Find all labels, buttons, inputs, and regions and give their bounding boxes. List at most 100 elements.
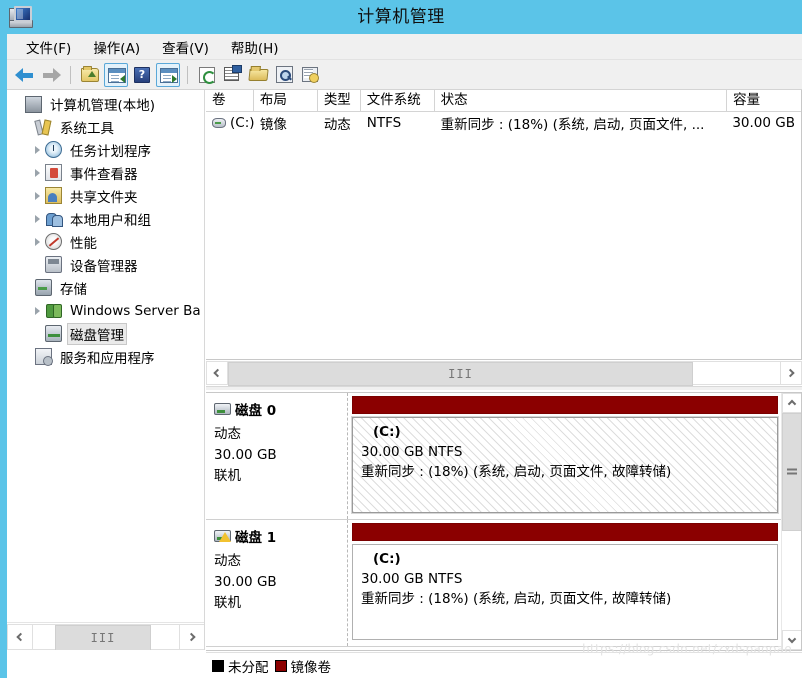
search-icon (276, 65, 293, 83)
back-button[interactable] (13, 63, 37, 87)
column-type[interactable]: 类型 (317, 90, 361, 111)
scroll-thumb[interactable]: III (55, 624, 151, 650)
refresh-button[interactable] (195, 63, 219, 87)
sidebar-item-event-viewer[interactable]: 事件查看器 (7, 161, 204, 184)
scroll-thumb[interactable] (782, 413, 801, 531)
tree-label: 性能 (70, 235, 97, 252)
menu-view[interactable]: 查看(V) (151, 34, 220, 60)
volume-list-horizontal-scrollbar[interactable]: III (206, 360, 802, 386)
sidebar-item-performance[interactable]: 性能 (7, 230, 204, 253)
task-scheduler-icon (45, 141, 62, 158)
disk-partition-area-0: (C:) 30.00 GB NTFS 重新同步 : (18%) (系统, 启动,… (348, 393, 782, 519)
toolbar: ? (7, 60, 802, 90)
open-folder-icon (248, 68, 269, 81)
sidebar-item-shared-folders[interactable]: 共享文件夹 (7, 184, 204, 207)
forward-button[interactable] (39, 63, 63, 87)
disk-type: 动态 (214, 426, 241, 442)
chevron-right-icon[interactable] (31, 161, 45, 184)
menu-action[interactable]: 操作(A) (82, 34, 151, 60)
tree-label: 设备管理器 (70, 258, 138, 275)
menu-file[interactable]: 文件(F) (15, 34, 82, 60)
cell-filesystem: NTFS (366, 115, 402, 131)
disk-view-vertical-scrollbar[interactable] (781, 393, 801, 650)
sidebar-item-disk-management[interactable]: 磁盘管理 (7, 322, 204, 345)
show-action-pane-button[interactable] (156, 62, 180, 87)
up-one-level-button[interactable] (78, 63, 102, 87)
windows-server-backup-icon (45, 302, 62, 319)
show-action-pane-icon (160, 67, 178, 83)
tree-label: Windows Server Ba (70, 302, 201, 319)
partition-1[interactable]: (C:) 30.00 GB NTFS 重新同步 : (18%) (系统, 启动,… (352, 544, 778, 640)
disk-block-1[interactable]: 磁盘 1 动态 30.00 GB 联机 (C:) 30.00 GB NTFS 重… (206, 520, 782, 647)
legend-unallocated: 未分配 (212, 656, 269, 676)
disk-block-0[interactable]: 磁盘 0 动态 30.00 GB 联机 (C:) 30.00 GB NTFS 重… (206, 393, 782, 520)
pane-splitter[interactable] (206, 386, 802, 391)
forward-arrow-icon (41, 67, 61, 82)
sidebar-item-windows-server-backup[interactable]: Windows Server Ba (7, 299, 204, 322)
legend-swatch-unallocated (212, 659, 224, 672)
scroll-up-button[interactable] (782, 393, 801, 413)
disk-state: 联机 (214, 595, 241, 611)
sidebar-item-computer-management[interactable]: 计算机管理(本地) (7, 92, 204, 115)
chevron-right-icon[interactable] (31, 230, 45, 253)
tree-horizontal-scrollbar[interactable]: III (7, 622, 204, 650)
open-button[interactable] (247, 63, 271, 87)
scroll-track[interactable]: III (33, 623, 179, 650)
menu-help[interactable]: 帮助(H) (220, 34, 290, 60)
scroll-track[interactable]: III (228, 360, 780, 386)
volume-list-header: 卷 布局 类型 文件系统 状态 容量 (206, 90, 801, 112)
scroll-thumb[interactable]: III (228, 361, 693, 386)
scroll-right-button[interactable] (780, 360, 802, 385)
scroll-grip (787, 468, 797, 476)
event-viewer-icon (45, 164, 62, 181)
column-volume[interactable]: 卷 (206, 90, 254, 111)
sidebar-item-services-and-applications[interactable]: 服务和应用程序 (7, 345, 204, 368)
sidebar-item-task-scheduler[interactable]: 任务计划程序 (7, 138, 204, 161)
cell-layout: 镜像 (259, 117, 287, 133)
search-button[interactable] (273, 63, 297, 87)
disk-type: 动态 (214, 553, 241, 569)
sidebar-item-system-tools[interactable]: 系统工具 (7, 115, 204, 138)
disk-name: 磁盘 1 (235, 530, 277, 546)
show-console-tree-icon (108, 67, 126, 83)
properties-button[interactable] (221, 63, 245, 87)
column-capacity[interactable]: 容量 (727, 90, 801, 111)
graphical-disk-view: 磁盘 0 动态 30.00 GB 联机 (C:) 30.00 GB NTFS 重… (206, 392, 802, 651)
disk-info-0[interactable]: 磁盘 0 动态 30.00 GB 联机 (206, 393, 348, 519)
legend-label: 未分配 (228, 659, 269, 676)
disk-info-1[interactable]: 磁盘 1 动态 30.00 GB 联机 (206, 520, 348, 646)
scroll-right-button[interactable] (179, 623, 204, 650)
scroll-left-button[interactable] (7, 623, 33, 650)
cell-volume: (C:) (206, 115, 254, 131)
chevron-right-icon[interactable] (31, 207, 45, 230)
sidebar-item-storage[interactable]: 存储 (7, 276, 204, 299)
rescan-disks-button[interactable] (299, 63, 323, 87)
column-filesystem[interactable]: 文件系统 (360, 90, 435, 111)
tree-label: 磁盘管理 (67, 322, 127, 345)
help-button[interactable]: ? (130, 63, 154, 87)
scroll-down-button[interactable] (782, 630, 801, 650)
legend: 未分配 镜像卷 (206, 652, 802, 678)
tree-label: 计算机管理(本地) (50, 97, 156, 114)
chevron-right-icon[interactable] (31, 184, 45, 207)
chevron-right-icon[interactable] (31, 138, 45, 161)
device-manager-icon (45, 256, 62, 273)
toolbar-separator (70, 65, 71, 84)
chevron-right-icon[interactable] (31, 299, 45, 322)
column-status[interactable]: 状态 (434, 90, 728, 111)
scroll-left-button[interactable] (206, 360, 228, 385)
partition-status: 重新同步 : (18%) (系统, 启动, 页面文件, 故障转储) (361, 464, 672, 480)
title-bar: 计算机管理 (0, 0, 802, 34)
shared-folders-icon (45, 187, 62, 204)
back-arrow-icon (15, 67, 35, 82)
sidebar-item-local-users-and-groups[interactable]: 本地用户和组 (7, 207, 204, 230)
scroll-track[interactable] (782, 413, 801, 630)
sidebar-item-device-manager[interactable]: 设备管理器 (7, 253, 204, 276)
column-layout[interactable]: 布局 (253, 90, 318, 111)
table-row[interactable]: (C:) 镜像 动态 NTFS 重新同步 : (18%) (系统, 启动, 页面… (206, 112, 801, 134)
volume-list: 卷 布局 类型 文件系统 状态 容量 (C:) 镜像 动态 NTFS 重新同步 … (206, 90, 802, 360)
partition-size: 30.00 GB NTFS (361, 444, 463, 460)
show-console-tree-button[interactable] (104, 62, 128, 87)
partition-0[interactable]: (C:) 30.00 GB NTFS 重新同步 : (18%) (系统, 启动,… (351, 416, 779, 514)
cell-type: 动态 (323, 117, 351, 133)
